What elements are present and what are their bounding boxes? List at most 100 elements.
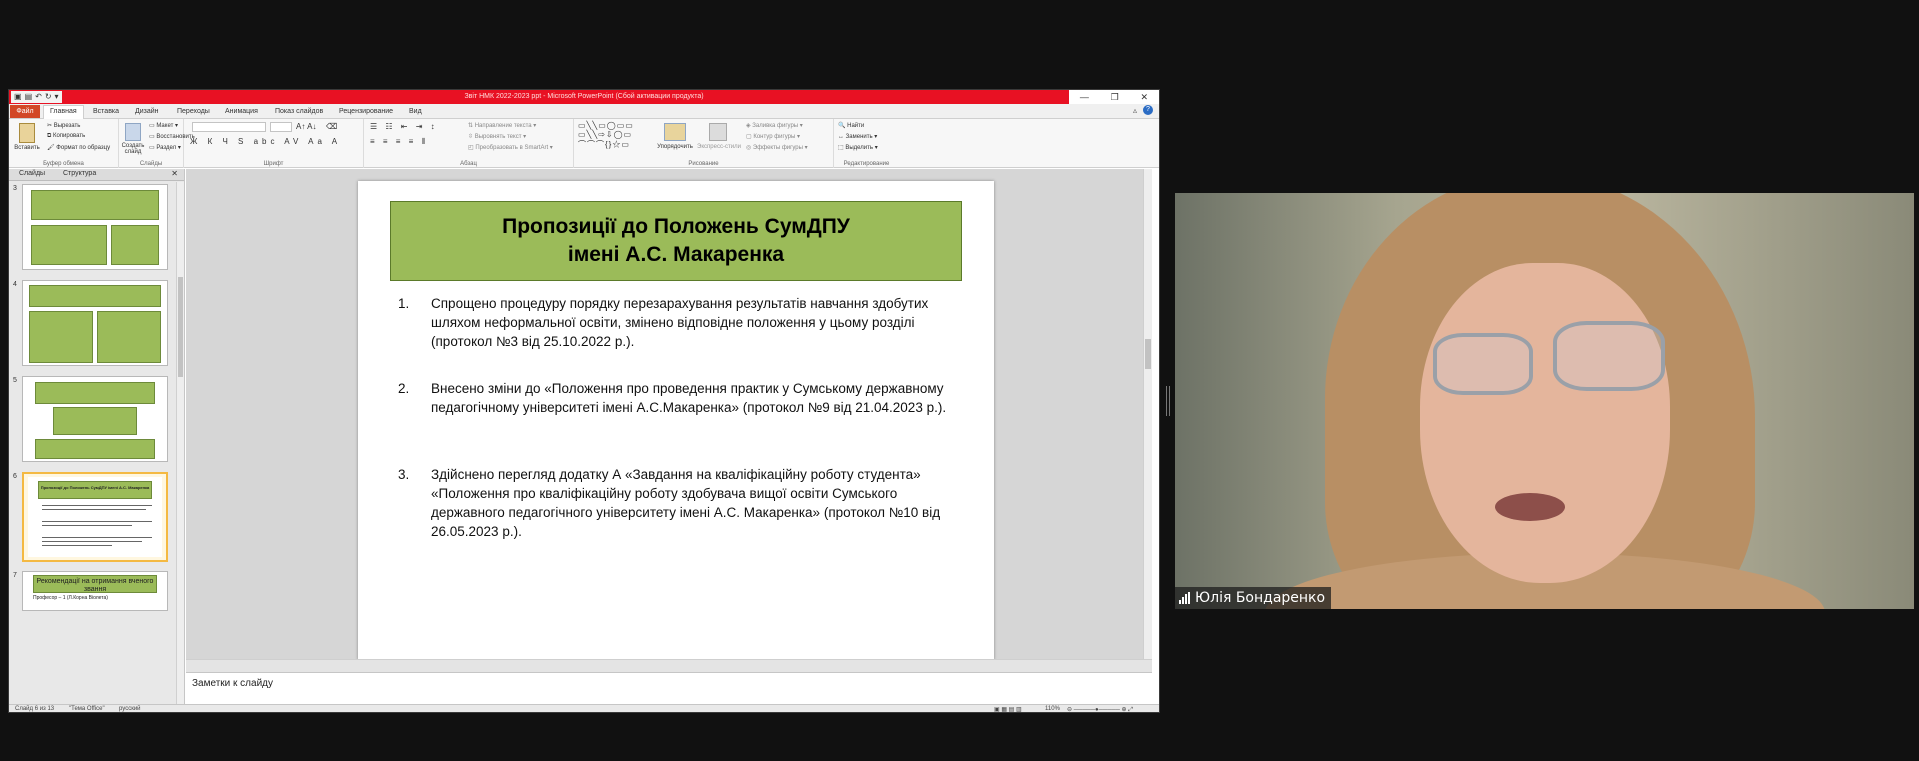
- list-item[interactable]: 3. Здійснено перегляд додатку А «Завданн…: [398, 465, 958, 545]
- layout-button[interactable]: ▭ Макет ▾: [149, 122, 178, 129]
- list-item[interactable]: 1. Спрощено процедуру порядку перезараху…: [398, 294, 958, 354]
- group-editing: 🔍 Найти ↔ Заменить ▾ ⬚ Выделить ▾ Редакт…: [834, 119, 899, 168]
- align-buttons[interactable]: ≡ ≡ ≡ ≡ ⫴: [370, 137, 428, 147]
- shape-fill-button[interactable]: ◈ Заливка фигуры ▾: [746, 122, 803, 129]
- arrange-icon[interactable]: [664, 123, 686, 141]
- tab-design[interactable]: Дизайн: [135, 106, 159, 117]
- thumb-canvas: Пропозиції до Положень СумДПУ імені А.С.…: [28, 477, 162, 557]
- tab-insert[interactable]: Вставка: [93, 106, 119, 117]
- tab-transitions[interactable]: Переходы: [177, 106, 210, 117]
- group-slides: Создать слайд ▭ Макет ▾ ▭ Восстановить ▭…: [119, 119, 195, 168]
- help-icon[interactable]: ?: [1143, 105, 1153, 115]
- window-title: Звіт НМК 2022-2023 ppt - Microsoft Power…: [464, 93, 704, 100]
- slide-thumbnail-4[interactable]: [22, 280, 168, 366]
- copy-button[interactable]: ⧉ Копировать: [47, 133, 85, 140]
- zoom-slider[interactable]: ⊖ ─────●───── ⊕ ⤢: [1067, 706, 1133, 712]
- thumb7-title: Рекомендації на отримання вченого звання: [36, 578, 154, 593]
- tab-home[interactable]: Главная: [43, 105, 84, 119]
- panel-divider-handle[interactable]: [1166, 386, 1170, 416]
- ribbon: Вставить ✂ Вырезать ⧉ Копировать 🖌 Форма…: [9, 119, 1159, 168]
- quick-styles-icon[interactable]: [709, 123, 727, 141]
- status-bar: Слайд 6 из 13 "Тема Office" русский ▣ ▦ …: [9, 704, 1159, 712]
- notes-pane[interactable]: Заметки к слайду: [186, 672, 1152, 704]
- tab-view[interactable]: Вид: [409, 106, 422, 117]
- thumb-block: [97, 311, 161, 363]
- notes-splitter[interactable]: [186, 659, 1152, 672]
- thumb-block: [31, 190, 159, 220]
- new-slide-icon[interactable]: [125, 123, 141, 141]
- new-slide-button[interactable]: Создать слайд: [119, 143, 147, 155]
- window-controls: — ❐ ✕: [1069, 90, 1159, 104]
- font-size-box[interactable]: [270, 122, 292, 132]
- tab-slides[interactable]: Слайды: [19, 170, 45, 177]
- thumb-number: 4: [13, 281, 17, 288]
- drawing-group-label: Рисование: [688, 161, 719, 167]
- slide-thumbnail-3[interactable]: [22, 184, 168, 270]
- group-font: A↑ A↓ ⌫ Ж К Ч S abc AV Aa A Шрифт: [184, 119, 364, 168]
- thumb6-title: Пропозиції до Положень СумДПУ імені А.С.…: [40, 485, 150, 490]
- paste-icon[interactable]: [19, 123, 35, 143]
- arrange-button[interactable]: Упорядочить: [654, 144, 696, 150]
- pane-close-icon[interactable]: ✕: [171, 169, 178, 178]
- tab-outline[interactable]: Структура: [63, 170, 96, 177]
- cut-button[interactable]: ✂ Вырезать: [47, 122, 80, 129]
- clear-format-icon[interactable]: ⌫: [326, 122, 337, 131]
- list-buttons[interactable]: ☰ ☷ ⇤ ⇥ ↕: [370, 122, 438, 131]
- thumb-block: [35, 382, 155, 404]
- slide-area-scrollbar[interactable]: [1143, 169, 1152, 659]
- slides-pane: Слайды Структура ✕ 3 4 5 6 Пропозиції до…: [9, 169, 185, 704]
- tab-review[interactable]: Рецензирование: [339, 106, 393, 117]
- view-buttons[interactable]: ▣ ▦ ▤ ▥: [994, 706, 1022, 712]
- grow-font-icon[interactable]: A↑ A↓: [296, 122, 316, 131]
- text-direction-button[interactable]: ⇅ Направление текста ▾: [468, 122, 536, 129]
- tab-file[interactable]: Файл: [10, 105, 40, 118]
- restore-icon[interactable]: ❐: [1111, 92, 1119, 103]
- participant-video[interactable]: [1175, 193, 1914, 609]
- format-painter-button[interactable]: 🖌 Формат по образцу: [47, 144, 110, 151]
- slides-pane-scrollbar[interactable]: [176, 182, 184, 704]
- slide-thumbnail-5[interactable]: [22, 376, 168, 462]
- quick-styles-button[interactable]: Экспресс-стили: [696, 144, 742, 150]
- current-slide[interactable]: Пропозиції до Положень СумДПУ імені А.С.…: [358, 181, 994, 660]
- scrollbar-thumb[interactable]: [1145, 339, 1151, 369]
- editing-group-label: Редактирование: [843, 161, 890, 167]
- screen: ▣ ▤ ↶ ↻ ▾ Звіт НМК 2022-2023 ppt - Micro…: [0, 0, 1919, 761]
- tab-slideshow[interactable]: Показ слайдов: [275, 106, 323, 117]
- participant-name: Юлія Бондаренко: [1195, 590, 1326, 606]
- scrollbar-thumb[interactable]: [178, 277, 183, 377]
- close-icon[interactable]: ✕: [1141, 92, 1149, 103]
- font-name-box[interactable]: [192, 122, 266, 132]
- slide-title-box[interactable]: Пропозиції до Положень СумДПУ імені А.С.…: [390, 201, 962, 281]
- copy-label: Копировать: [52, 133, 86, 139]
- thumb-line: [42, 521, 152, 522]
- thumb-block: [31, 225, 107, 265]
- thumb-number: 6: [13, 473, 17, 480]
- find-button[interactable]: 🔍 Найти: [838, 122, 864, 129]
- shape-effects-button[interactable]: ◎ Эффекты фигуры ▾: [746, 144, 808, 151]
- powerpoint-window: ▣ ▤ ↶ ↻ ▾ Звіт НМК 2022-2023 ppt - Micro…: [8, 89, 1160, 713]
- slide-thumbnail-7[interactable]: Рекомендації на отримання вченого звання…: [22, 571, 168, 611]
- format-painter-label: Формат по образцу: [56, 145, 111, 151]
- thumb-line: [42, 541, 142, 542]
- font-style-buttons[interactable]: Ж К Ч S abc AV Aa A: [190, 137, 341, 146]
- select-button[interactable]: ⬚ Выделить ▾: [838, 144, 878, 151]
- video-person-mouth: [1495, 493, 1565, 521]
- section-button[interactable]: ▭ Раздел ▾: [149, 144, 181, 151]
- thumb-block: [29, 285, 161, 307]
- align-text-button[interactable]: ⇳ Выровнять текст ▾: [468, 133, 526, 140]
- shape-effects-label: Эффекты фигуры: [752, 145, 803, 151]
- paste-button[interactable]: Вставить: [9, 145, 45, 151]
- ribbon-minimize-icon[interactable]: ▵: [1133, 106, 1137, 115]
- convert-smartart-button[interactable]: ◰ Преобразовать в SmartArt ▾: [468, 144, 553, 151]
- tab-animations[interactable]: Анимация: [225, 106, 258, 117]
- replace-button[interactable]: ↔ Заменить ▾: [838, 133, 877, 140]
- align-text-label: Выровнять текст: [474, 134, 522, 140]
- slide-thumbnail-6[interactable]: Пропозиції до Положень СумДПУ імені А.С.…: [22, 472, 168, 562]
- slides-pane-tabs: Слайды Структура ✕: [9, 169, 184, 181]
- shapes-gallery[interactable]: ▭╲╲▭◯▭▭ ▭╲╲⇨⇩◯▭ ⌒⌒⌒{}☆▭: [578, 121, 634, 150]
- shape-outline-button[interactable]: ▢ Контур фигуры ▾: [746, 133, 800, 140]
- minimize-icon[interactable]: —: [1080, 92, 1089, 102]
- group-paragraph: ☰ ☷ ⇤ ⇥ ↕ ≡ ≡ ≡ ≡ ⫴ ⇅ Направление текста…: [364, 119, 574, 168]
- list-item[interactable]: 2. Внесено зміни до «Положення про прове…: [398, 379, 958, 439]
- zoom-level[interactable]: 110%: [1045, 706, 1060, 712]
